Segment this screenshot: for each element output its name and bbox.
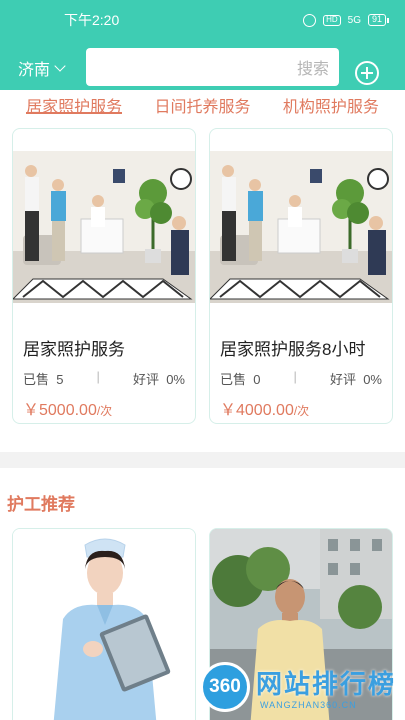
search-row: 济南 搜索 [0, 48, 405, 88]
nurse-photo [13, 529, 195, 720]
service-stats: 已售 5 | 好评 0% [23, 369, 185, 388]
rating-label: 好评 [329, 372, 356, 387]
search-placeholder: 搜索 [296, 61, 329, 78]
tab-institution-care[interactable]: 机构照护服务 [283, 90, 379, 116]
service-card[interactable]: 居家照护服务 已售 5 | 好评 0% ￥5000.00/次 [12, 128, 196, 424]
alarm-icon [303, 13, 317, 27]
sold-count: 0 [253, 372, 261, 387]
price-value: ￥4000.00 [220, 402, 294, 419]
rating-label: 好评 [132, 372, 159, 387]
city-selector[interactable]: 济南 [18, 56, 66, 80]
service-price: ￥5000.00/次 [23, 396, 112, 420]
battery-level: 91 [367, 14, 386, 26]
price-value: ￥5000.00 [23, 402, 97, 419]
chevron-down-icon [54, 59, 66, 72]
status-icons: HD 5G 91 [303, 13, 389, 27]
nurse-card[interactable] [12, 528, 196, 720]
price-unit: /次 [293, 404, 310, 418]
watermark: 360 网站排行榜 WANGZHAN360.CN [198, 660, 398, 716]
rating-value: 0% [363, 372, 382, 387]
tab-day-care[interactable]: 日间托养服务 [154, 90, 250, 116]
search-input[interactable]: 搜索 [86, 48, 339, 86]
service-card[interactable]: 居家照护服务8小时 已售 0 | 好评 0% ￥4000.00/次 [209, 128, 393, 424]
sold-label: 已售 [23, 372, 50, 387]
battery-icon: 91 [367, 14, 389, 26]
city-label: 济南 [18, 62, 51, 79]
rating-value: 0% [166, 372, 185, 387]
hd-icon: HD [323, 14, 341, 26]
divider: | [96, 369, 100, 384]
service-photo [210, 151, 392, 303]
sold-label: 已售 [220, 372, 247, 387]
sold-count: 5 [56, 372, 64, 387]
divider: | [293, 369, 297, 384]
service-price: ￥4000.00/次 [220, 396, 309, 420]
service-title: 居家照护服务 [23, 340, 125, 359]
add-icon[interactable] [355, 61, 379, 85]
watermark-logo: 360 [200, 662, 250, 712]
status-bar: 下午2:20 HD 5G 91 [0, 0, 405, 40]
service-tabs: 居家照护服务 日间托养服务 机构照护服务 [0, 90, 405, 116]
section-divider [0, 452, 405, 468]
network-icon: 5G [347, 14, 361, 26]
service-list: 居家照护服务 已售 5 | 好评 0% ￥5000.00/次 居家照护服务8小时… [0, 116, 405, 452]
service-title: 居家照护服务8小时 [220, 340, 366, 359]
service-stats: 已售 0 | 好评 0% [220, 369, 382, 388]
watermark-text: 网站排行榜 [256, 669, 397, 699]
service-photo [13, 151, 195, 303]
section-title: 护工推荐 [7, 495, 75, 514]
status-time: 下午2:20 [64, 12, 120, 28]
tab-home-care[interactable]: 居家照护服务 [26, 90, 123, 116]
app-header: 下午2:20 HD 5G 91 济南 搜索 [0, 0, 405, 90]
watermark-subtext: WANGZHAN360.CN [260, 700, 357, 710]
price-unit: /次 [96, 404, 113, 418]
